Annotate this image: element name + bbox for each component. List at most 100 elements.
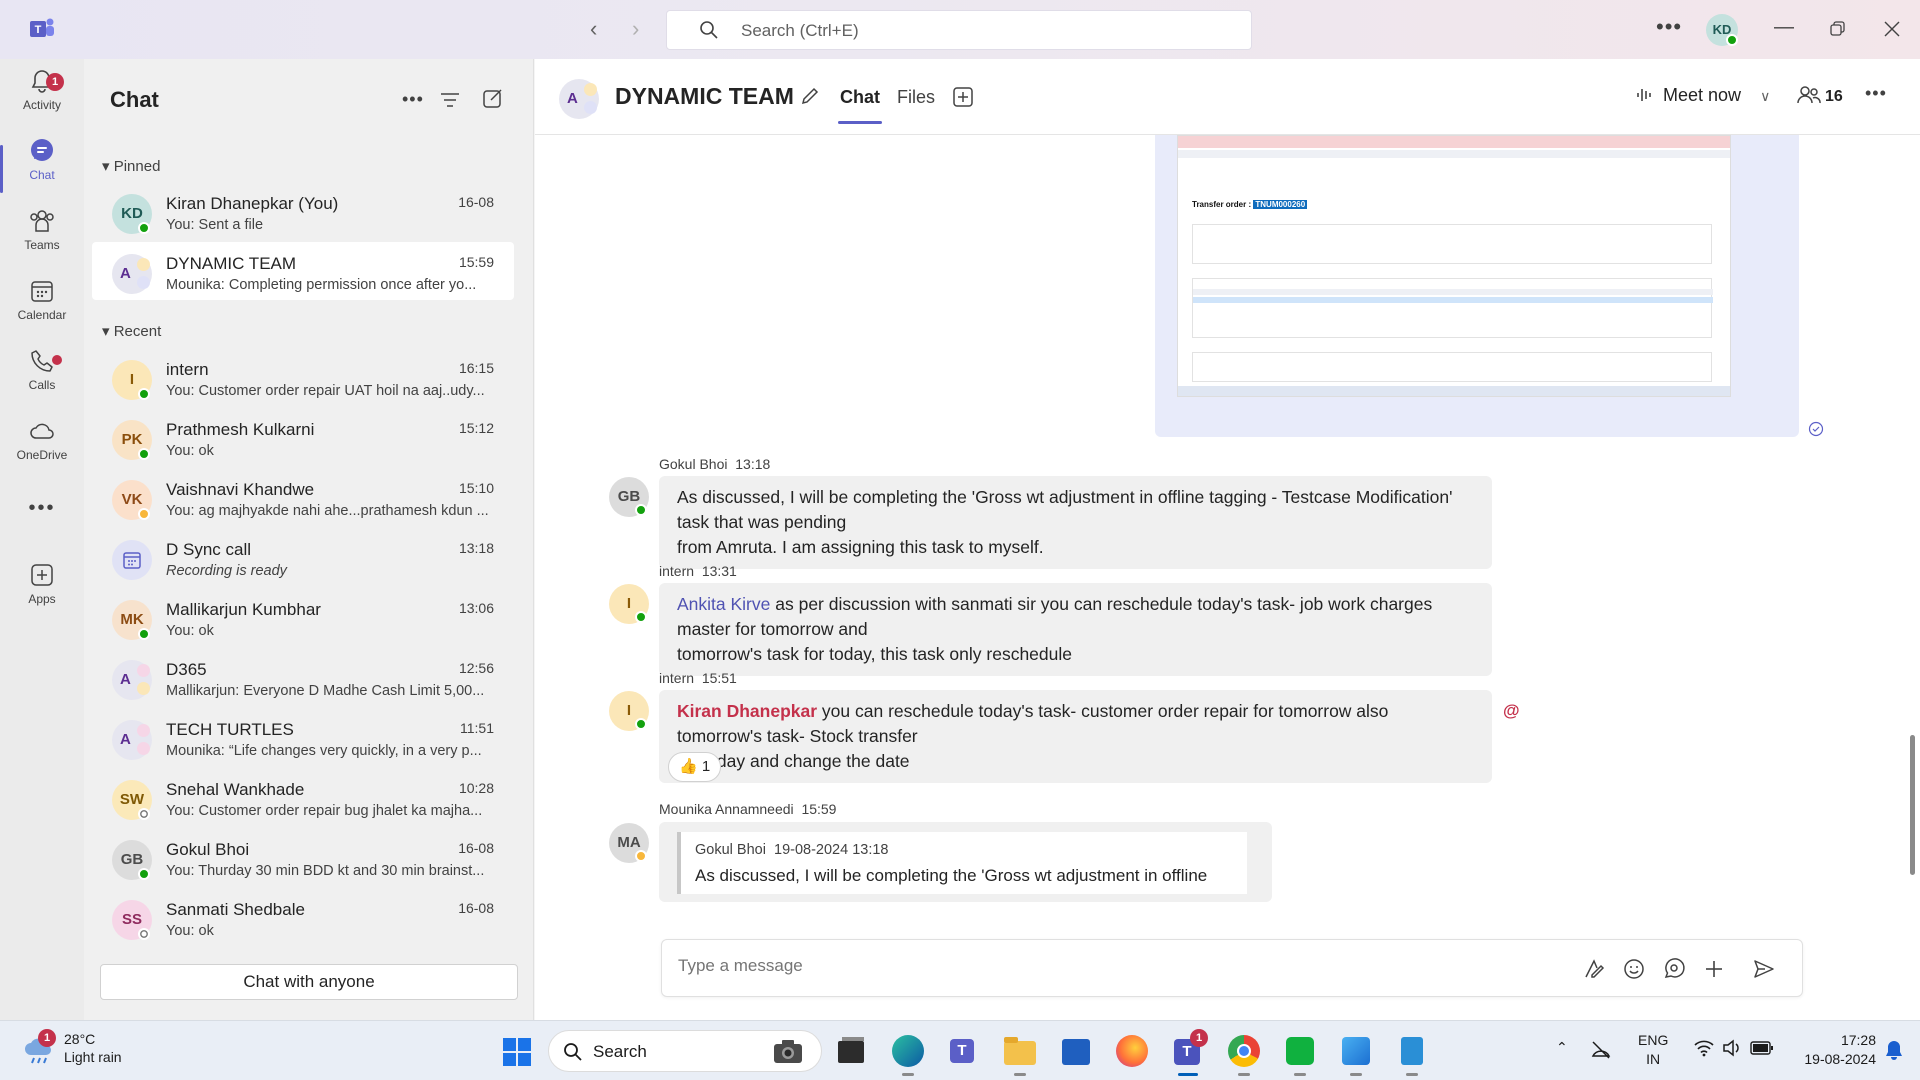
taskbar-store-icon[interactable] (1060, 1035, 1092, 1067)
show-hidden-icons-chevron[interactable]: ⌃ (1556, 1039, 1568, 1056)
message-bubble[interactable]: Gokul Bhoi 19-08-2024 13:18 As discussed… (659, 822, 1272, 902)
more-options-icon[interactable]: ••• (1656, 14, 1682, 40)
taskbar-teams-active-icon[interactable]: T1 (1172, 1029, 1208, 1076)
tab-chat[interactable]: Chat (838, 87, 882, 124)
meet-now-button[interactable]: Meet now ∨ (1635, 85, 1770, 106)
message-bubble[interactable]: Kiran Dhanepkar you can reschedule today… (659, 690, 1492, 783)
send-icon[interactable] (1752, 957, 1776, 981)
taskbar-photos-icon[interactable] (1340, 1035, 1372, 1076)
screenshot-error-bar (1178, 136, 1730, 148)
presence-available-icon (138, 868, 150, 880)
audio-wave-icon (1637, 89, 1651, 101)
taskbar-notepad-icon[interactable] (1396, 1035, 1428, 1076)
message-text: As discussed, I will be completing the '… (677, 487, 1453, 532)
teams-logo-icon: T (30, 18, 54, 37)
rail-label: Calls (28, 378, 56, 392)
taskbar-spreadsheet-icon[interactable] (1284, 1035, 1316, 1076)
rail-item-calendar[interactable]: Calendar (0, 277, 84, 341)
language-indicator[interactable]: ENG IN (1638, 1031, 1668, 1069)
more-apps-icon: ••• (28, 497, 56, 519)
windows-start-icon[interactable] (502, 1037, 532, 1067)
taskbar-edge-icon[interactable] (892, 1035, 924, 1076)
taskbar-teams-icon[interactable]: T (948, 1035, 980, 1067)
conversation-header: A DYNAMIC TEAM Chat Files Meet now ∨ 16 … (535, 59, 1920, 135)
emoji-icon[interactable] (1622, 957, 1646, 981)
format-icon[interactable] (1582, 957, 1606, 981)
volume-icon[interactable] (1722, 1039, 1742, 1057)
back-arrow-icon[interactable]: ‹ (590, 16, 597, 42)
loop-icon[interactable] (1662, 957, 1686, 981)
message-bubble[interactable]: As discussed, I will be completing the '… (659, 476, 1492, 569)
taskbar-file-explorer-icon[interactable] (1004, 1035, 1036, 1076)
rail-item-apps[interactable]: Apps (0, 561, 84, 625)
forward-arrow-icon[interactable]: › (632, 16, 639, 42)
mention-me-link[interactable]: Kiran Dhanepkar (677, 701, 817, 721)
chat-with-anyone-button[interactable]: Chat with anyone (100, 964, 518, 1000)
edit-pencil-icon[interactable] (799, 85, 821, 107)
chat-preview: Recording is ready (166, 563, 287, 579)
chat-item[interactable]: D Sync call 13:18 Recording is ready (92, 528, 514, 586)
chat-time: 13:06 (458, 600, 494, 616)
new-chat-icon[interactable] (482, 87, 504, 109)
filter-icon[interactable] (440, 91, 460, 109)
chat-time: 15:12 (458, 420, 494, 436)
chat-item[interactable]: MK Mallikarjun Kumbhar 13:06 You: ok (92, 588, 514, 646)
chat-preview: You: ok (166, 623, 214, 639)
weather-widget[interactable]: 1 28°C Light rain (22, 1029, 122, 1072)
chat-time: 16-08 (458, 194, 494, 210)
rail-item-more[interactable]: ••• (0, 497, 84, 537)
chat-item[interactable]: A D365 12:56 Mallikarjun: Everyone D Mad… (92, 648, 514, 706)
chat-item[interactable]: SW Snehal Wankhade 10:28 You: Customer o… (92, 768, 514, 826)
pinned-section-header[interactable]: ▾ Pinned (102, 157, 160, 175)
tab-files[interactable]: Files (897, 87, 935, 108)
rail-item-calls[interactable]: Calls (0, 347, 84, 411)
attach-plus-icon[interactable] (1702, 957, 1726, 981)
quoted-message[interactable]: Gokul Bhoi 19-08-2024 13:18 As discussed… (677, 832, 1247, 894)
chat-preview: Mallikarjun: Everyone D Madhe Cash Limit… (166, 683, 485, 699)
chat-item[interactable]: GB Gokul Bhoi 16-08 You: Thurday 30 min … (92, 828, 514, 886)
taskbar-chrome-icon[interactable] (1228, 1035, 1260, 1076)
chat-item[interactable]: PK Prathmesh Kulkarni 15:12 You: ok (92, 408, 514, 466)
reaction-pill[interactable]: 👍 1 (668, 752, 722, 782)
screenshot-toolbar (1178, 150, 1730, 158)
conversation-title: DYNAMIC TEAM (615, 83, 794, 109)
search-box[interactable]: Search (Ctrl+E) (666, 10, 1252, 50)
more-options-icon[interactable]: ••• (1865, 83, 1887, 104)
participants-button[interactable]: 16 (1797, 85, 1843, 106)
chat-item[interactable]: A TECH TURTLES 11:51 Mounika: “Life chan… (92, 708, 514, 766)
wifi-icon[interactable] (1694, 1039, 1714, 1057)
chat-item[interactable]: KD Kiran Dhanepkar (You) 16-08 You: Sent… (92, 182, 514, 240)
chat-item[interactable]: I intern 16:15 You: Customer order repai… (92, 348, 514, 406)
rail-item-chat[interactable]: Chat (0, 137, 84, 201)
mention-link[interactable]: Ankita Kirve (677, 594, 770, 614)
teams-icon (30, 210, 54, 232)
chat-time: 13:18 (458, 540, 494, 556)
scrollbar-thumb[interactable] (1910, 735, 1915, 875)
chat-item[interactable]: VK Vaishnavi Khandwe 15:10 You: ag majhy… (92, 468, 514, 526)
screenshot-grid-row (1193, 297, 1713, 303)
notification-bell-icon[interactable] (1884, 1039, 1904, 1061)
add-tab-icon[interactable] (953, 87, 973, 107)
network-status-icon[interactable] (1590, 1039, 1612, 1061)
chat-item[interactable]: SS Sanmati Shedbale 16-08 You: ok (92, 888, 514, 946)
taskbar-task-view-icon[interactable] (836, 1035, 868, 1067)
minimize-icon[interactable]: — (1774, 16, 1794, 39)
chat-preview: You: ag majhyakde nahi ahe...prathamesh … (166, 503, 489, 519)
rail-item-activity[interactable]: 1 Activity (0, 67, 84, 131)
rail-item-onedrive[interactable]: OneDrive (0, 417, 84, 481)
close-icon[interactable] (1884, 21, 1900, 37)
taskbar-search[interactable]: Search (548, 1030, 822, 1072)
weather-condition: Light rain (64, 1049, 122, 1065)
message-input[interactable] (678, 956, 1378, 976)
rail-item-teams[interactable]: Teams (0, 207, 84, 271)
battery-icon[interactable] (1750, 1041, 1774, 1055)
recent-section-header[interactable]: ▾ Recent (102, 322, 161, 340)
chat-more-icon[interactable]: ••• (402, 89, 424, 110)
chat-item-selected[interactable]: A DYNAMIC TEAM 15:59 Mounika: Completing… (92, 242, 514, 300)
system-clock[interactable]: 17:28 19-08-2024 (1786, 1031, 1876, 1069)
message-bubble[interactable]: Ankita Kirve as per discussion with sanm… (659, 583, 1492, 676)
image-attachment[interactable]: Transfer order : TNUM000260 (1155, 135, 1799, 437)
restore-icon[interactable] (1830, 21, 1846, 37)
taskbar-firefox-icon[interactable] (1116, 1035, 1148, 1067)
profile-avatar[interactable]: KD (1706, 14, 1738, 46)
